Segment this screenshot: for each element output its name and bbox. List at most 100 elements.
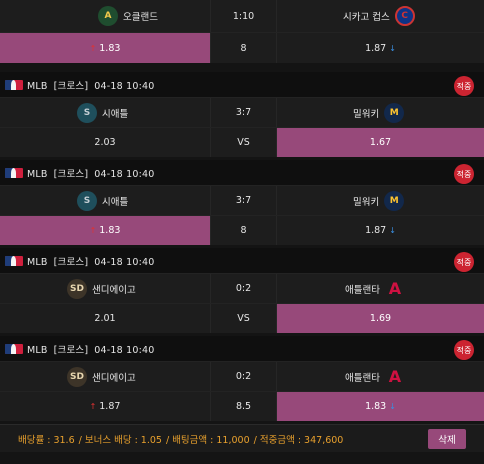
- match-row: SD 샌디에이고 0:2 애틀랜타 A: [0, 361, 484, 391]
- arrow-down-icon: ↓: [389, 402, 396, 411]
- bet-block-partial: A 오클랜드 1:10 시카고 컵스 C ↑ 1.83 8 1.87 ↓: [0, 0, 484, 63]
- handicap-line: 8: [210, 216, 277, 245]
- away-odds-button[interactable]: 1.87 ↓: [277, 33, 484, 63]
- league-name: MLB: [27, 168, 48, 180]
- bet-summary: 배당률 : 31.6 / 보너스 배당 : 1.05 / 배팅금액 : 11,0…: [0, 424, 484, 452]
- bet-amount: / 배팅금액 : 11,000: [165, 434, 250, 446]
- away-team-cell: 애틀랜타 A: [277, 274, 484, 303]
- home-odds-button[interactable]: ↑ 1.83: [0, 216, 210, 245]
- handicap-line: 8.5: [210, 392, 277, 421]
- hit-badge: 적중: [454, 164, 474, 184]
- mariners-icon: S: [77, 102, 97, 123]
- athletics-icon: A: [98, 6, 119, 26]
- match-row: SD 샌디에이고 0:2 애틀랜타 A: [0, 273, 484, 303]
- away-team-name: 애틀랜타: [345, 284, 380, 296]
- arrow-up-icon: ↑: [89, 402, 97, 411]
- odds-row: ↑ 1.83 8 1.87 ↓: [0, 215, 484, 245]
- away-odds-button[interactable]: 1.83 ↓: [277, 392, 484, 421]
- home-team-name: 시애틀: [102, 196, 129, 208]
- mlb-logo-icon: [5, 255, 23, 266]
- home-odds-button[interactable]: ↑ 1.87: [0, 392, 210, 421]
- delete-button[interactable]: 삭제: [428, 429, 466, 449]
- league-name: MLB: [27, 80, 48, 92]
- score: 0:2: [210, 362, 277, 391]
- home-odds: 2.01: [94, 313, 116, 324]
- home-team-cell: SD 샌디에이고: [0, 274, 210, 303]
- away-team-cell: 시카고 컵스 C: [277, 0, 484, 32]
- away-odds: 1.87: [365, 225, 387, 236]
- padres-icon: SD: [67, 366, 87, 387]
- home-odds-button[interactable]: ↑ 1.83: [0, 33, 210, 63]
- bet-block: MLB [크로스] 04-18 10:40 적중 SD 샌디에이고 0:2 애틀랜타…: [0, 248, 484, 333]
- home-team-cell: S 시애틀: [0, 186, 210, 215]
- braves-icon: A: [388, 367, 402, 386]
- home-odds: 1.83: [99, 225, 121, 236]
- odds-row: ↑ 1.83 8 1.87 ↓: [0, 32, 484, 63]
- hit-badge: 적중: [454, 252, 474, 272]
- hit-badge: 적중: [454, 76, 474, 96]
- bet-block: MLB [크로스] 04-18 10:40 적중 S 시애틀 3:7 밀워키 M ↑…: [0, 160, 484, 245]
- league-name: MLB: [27, 344, 48, 356]
- away-team-name: 애틀랜타: [345, 372, 380, 384]
- mlb-logo-icon: [5, 343, 23, 354]
- bet-header-text: MLB [크로스] 04-18 10:40: [27, 166, 160, 180]
- brewers-icon: M: [384, 102, 405, 123]
- braves-icon: A: [388, 279, 402, 298]
- away-team-cell: 밀워키 M: [277, 186, 484, 215]
- bet-header-text: MLB [크로스] 04-18 10:40: [27, 254, 160, 268]
- away-odds-button[interactable]: 1.87 ↓: [277, 216, 484, 245]
- padres-icon: SD: [67, 278, 87, 299]
- away-team-cell: 애틀랜타 A: [277, 362, 484, 391]
- bet-header: MLB [크로스] 04-18 10:40 적중: [0, 72, 484, 97]
- league-name: MLB: [27, 256, 48, 268]
- win-amount: / 적중금액 : 347,600: [253, 434, 344, 446]
- bet-datetime: 04-18 10:40: [94, 80, 155, 92]
- match-row: S 시애틀 3:7 밀워키 M: [0, 97, 484, 127]
- away-team-name: 시카고 컵스: [343, 12, 390, 23]
- odds-row: 2.03 VS 1.67: [0, 127, 484, 157]
- bet-header: MLB [크로스] 04-18 10:40 적중: [0, 336, 484, 361]
- away-odds: 1.67: [369, 137, 392, 148]
- arrow-up-icon: ↑: [89, 226, 97, 235]
- home-team-name: 오클랜드: [123, 12, 158, 23]
- arrow-up-icon: ↑: [89, 43, 97, 53]
- away-odds: 1.69: [369, 313, 392, 324]
- mlb-logo-icon: [5, 79, 23, 90]
- home-odds: 2.03: [94, 137, 116, 148]
- score: 3:7: [210, 98, 277, 127]
- score: 1:10: [210, 0, 277, 32]
- match-row: S 시애틀 3:7 밀워키 M: [0, 185, 484, 215]
- bet-datetime: 04-18 10:40: [94, 344, 155, 356]
- bet-type: [크로스]: [53, 344, 89, 356]
- bet-block: MLB [크로스] 04-18 10:40 적중 S 시애틀 3:7 밀워키 M 2…: [0, 72, 484, 157]
- bet-header: MLB [크로스] 04-18 10:40 적중: [0, 248, 484, 273]
- away-odds: 1.87: [365, 42, 387, 54]
- home-odds-button[interactable]: 2.01: [0, 304, 210, 333]
- away-team-name: 밀워키: [353, 108, 380, 120]
- handicap-line: 8: [210, 33, 277, 63]
- home-odds-button[interactable]: 2.03: [0, 128, 210, 157]
- bet-header: MLB [크로스] 04-18 10:40 적중: [0, 160, 484, 185]
- home-team-cell: SD 샌디에이고: [0, 362, 210, 391]
- away-odds-button[interactable]: 1.67: [277, 128, 484, 157]
- bet-datetime: 04-18 10:40: [94, 256, 155, 268]
- arrow-down-icon: ↓: [389, 226, 396, 235]
- home-odds: 1.87: [99, 401, 121, 412]
- away-odds-button[interactable]: 1.69: [277, 304, 484, 333]
- handicap-line: VS: [210, 304, 277, 333]
- bonus-odds: / 보너스 배당 : 1.05: [78, 434, 162, 446]
- home-team-name: 샌디에이고: [92, 284, 136, 296]
- home-team-cell: S 시애틀: [0, 98, 210, 127]
- bet-type: [크로스]: [53, 80, 89, 92]
- arrow-down-icon: ↓: [389, 43, 396, 53]
- away-team-name: 밀워키: [353, 196, 380, 208]
- mlb-logo-icon: [5, 167, 23, 178]
- home-team-name: 샌디에이고: [92, 372, 136, 384]
- bet-header-text: MLB [크로스] 04-18 10:40: [27, 78, 160, 92]
- score: 0:2: [210, 274, 277, 303]
- bet-header-text: MLB [크로스] 04-18 10:40: [27, 342, 160, 356]
- bet-datetime: 04-18 10:40: [94, 168, 155, 180]
- bet-block: MLB [크로스] 04-18 10:40 적중 SD 샌디에이고 0:2 애틀랜타…: [0, 336, 484, 421]
- bet-type: [크로스]: [53, 256, 89, 268]
- hit-badge: 적중: [454, 340, 474, 360]
